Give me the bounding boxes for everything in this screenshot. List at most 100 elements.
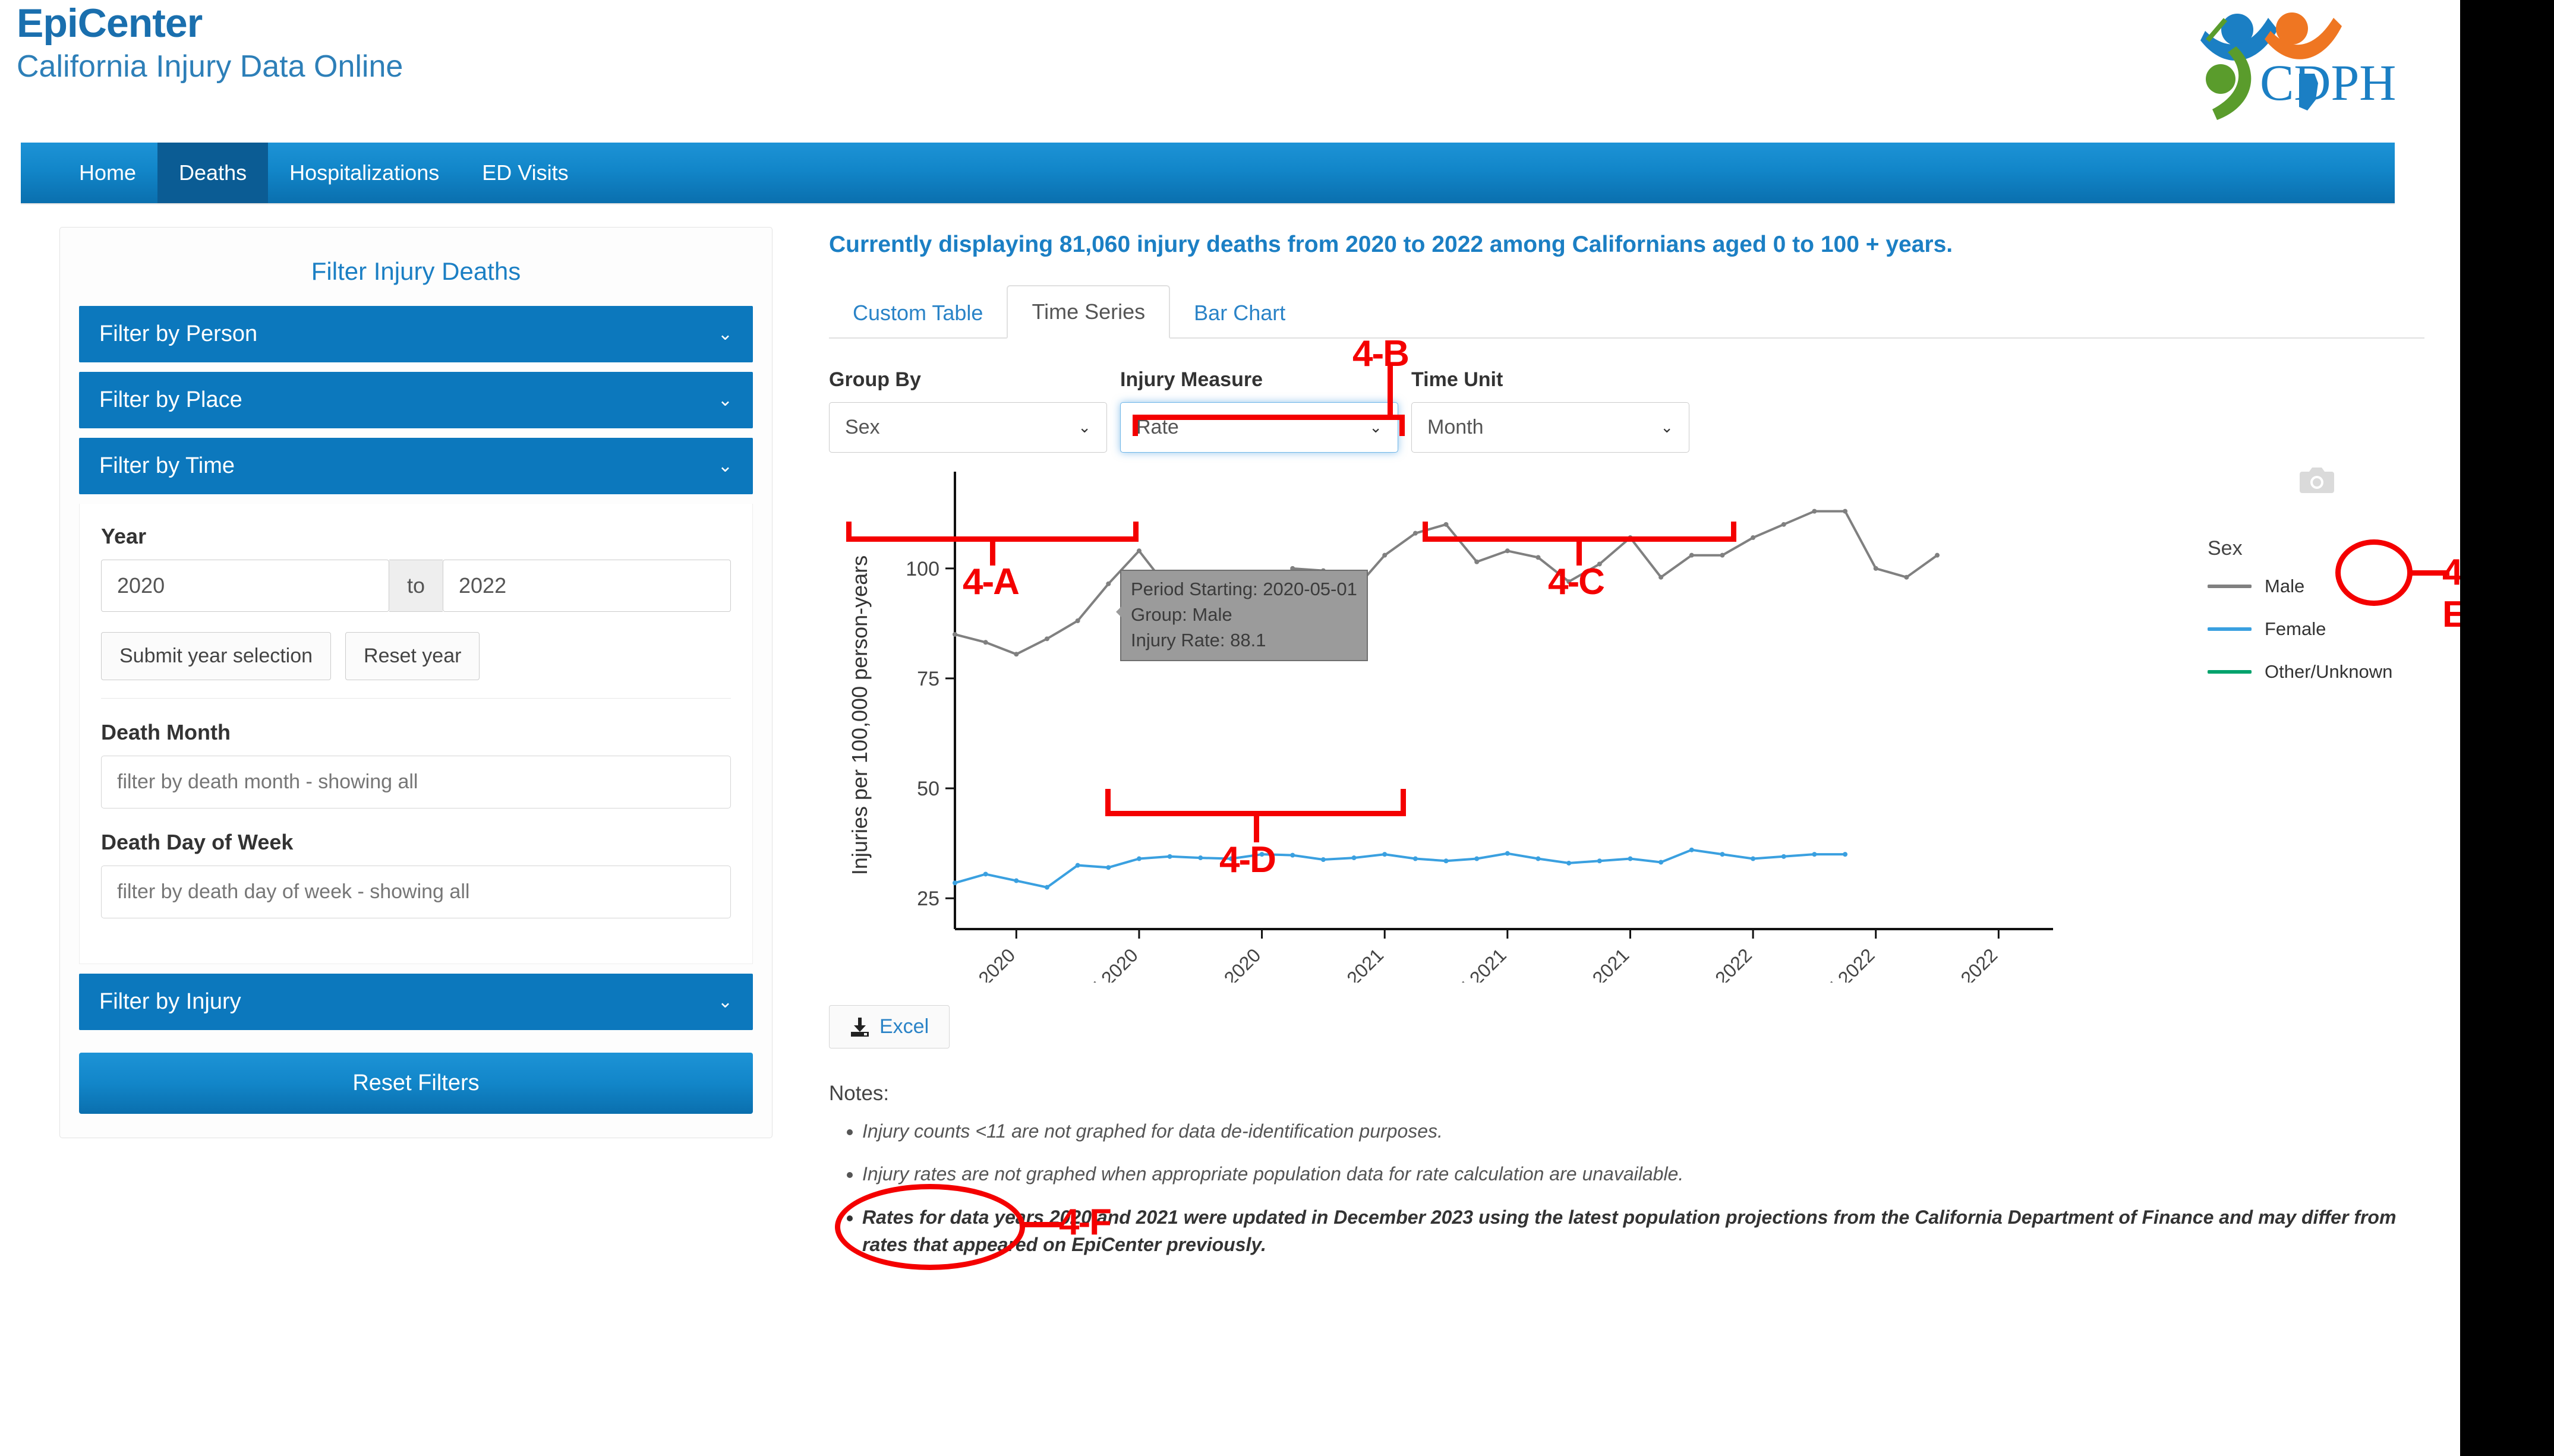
accordion-label: Filter by Time bbox=[99, 453, 235, 479]
series-point bbox=[1597, 561, 1602, 566]
series-point bbox=[1628, 857, 1632, 861]
group-by-value: Sex bbox=[845, 416, 880, 439]
year-to-separator: to bbox=[389, 560, 443, 612]
chart-tooltip: Period Starting: 2020-05-01 Group: Male … bbox=[1120, 570, 1368, 661]
view-tabs[interactable]: Custom Table Time Series Bar Chart bbox=[829, 284, 2424, 339]
accordion-filter-by-place[interactable]: Filter by Place ⌄ bbox=[79, 372, 753, 428]
series-point bbox=[1137, 548, 1142, 553]
x-tick-label: Nov 2022 bbox=[1929, 944, 2001, 983]
series-point bbox=[1843, 852, 1847, 857]
series-point bbox=[1198, 855, 1203, 860]
nav-item-ed-visits[interactable]: ED Visits bbox=[461, 143, 589, 203]
series-point bbox=[983, 640, 988, 645]
chevron-down-icon: ⌄ bbox=[1078, 418, 1091, 437]
group-by-select[interactable]: Sex ⌄ bbox=[829, 402, 1107, 453]
svg-text:CDPH: CDPH bbox=[2260, 54, 2396, 111]
series-point bbox=[983, 871, 988, 876]
time-series-chart: 255075100 Mar 2020Jul 2020Nov 2020Mar 20… bbox=[829, 460, 2424, 994]
legend-item-male[interactable]: Male bbox=[2208, 576, 2392, 597]
legend-swatch-female bbox=[2208, 627, 2252, 631]
y-axis-ticks: 255075100 bbox=[906, 558, 955, 910]
notes-title: Notes: bbox=[829, 1082, 2424, 1106]
main-navigation[interactable]: Home Deaths Hospitalizations ED Visits bbox=[21, 143, 2395, 203]
legend-item-other-unknown[interactable]: Other/Unknown bbox=[2208, 661, 2392, 683]
excel-export-button[interactable]: Excel bbox=[829, 1005, 950, 1048]
x-tick-label: Jul 2020 bbox=[1076, 944, 1142, 983]
series-point bbox=[1106, 865, 1111, 870]
series-point bbox=[1505, 548, 1510, 553]
series-point bbox=[1658, 575, 1663, 580]
injury-measure-select[interactable]: Rate ⌄ bbox=[1120, 402, 1398, 453]
note-item: Injury counts <11 are not graphed for da… bbox=[862, 1117, 2424, 1145]
tab-time-series[interactable]: Time Series bbox=[1007, 285, 1170, 339]
reset-filters-button[interactable]: Reset Filters bbox=[79, 1053, 753, 1114]
filter-sidebar: Filter Injury Deaths Filter by Person ⌄ … bbox=[59, 227, 772, 1138]
legend-swatch-male bbox=[2208, 585, 2252, 588]
accordion-filter-by-person[interactable]: Filter by Person ⌄ bbox=[79, 306, 753, 362]
chart-plot-area: 255075100 Mar 2020Jul 2020Nov 2020Mar 20… bbox=[829, 460, 2196, 983]
reset-year-button[interactable]: Reset year bbox=[345, 632, 480, 680]
series-point bbox=[1904, 575, 1909, 580]
y-axis-title: Injuries per 100,000 person-years bbox=[847, 555, 872, 875]
series-point bbox=[1229, 857, 1234, 861]
chevron-down-icon: ⌄ bbox=[1369, 418, 1382, 437]
time-unit-select[interactable]: Month ⌄ bbox=[1411, 402, 1689, 453]
note-item: Rates for data years 2020 and 2021 were … bbox=[862, 1204, 2424, 1259]
accordion-filter-by-time[interactable]: Filter by Time ⌄ bbox=[79, 438, 753, 494]
legend-item-female[interactable]: Female bbox=[2208, 618, 2392, 640]
group-by-label: Group By bbox=[829, 368, 1107, 391]
year-from-input[interactable] bbox=[101, 560, 389, 612]
year-to-input[interactable] bbox=[443, 560, 731, 612]
tooltip-period: Period Starting: 2020-05-01 bbox=[1131, 577, 1357, 602]
nav-item-home[interactable]: Home bbox=[58, 143, 157, 203]
death-day-of-week-input[interactable] bbox=[101, 866, 731, 918]
series-point bbox=[1689, 848, 1694, 852]
excel-label: Excel bbox=[879, 1015, 929, 1038]
page-content: Filter Injury Deaths Filter by Person ⌄ … bbox=[0, 203, 2460, 1274]
nav-item-hospitalizations[interactable]: Hospitalizations bbox=[268, 143, 461, 203]
tab-custom-table[interactable]: Custom Table bbox=[829, 288, 1007, 339]
sidebar-title: Filter Injury Deaths bbox=[79, 257, 753, 286]
series-point bbox=[1352, 855, 1357, 860]
series-point bbox=[1720, 852, 1724, 857]
series-point bbox=[1751, 857, 1755, 861]
notes-list: Injury counts <11 are not graphed for da… bbox=[829, 1117, 2424, 1259]
chevron-down-icon: ⌄ bbox=[1660, 418, 1673, 437]
death-month-input[interactable] bbox=[101, 756, 731, 808]
series-point bbox=[1321, 857, 1326, 862]
accordion-filter-by-injury[interactable]: Filter by Injury ⌄ bbox=[79, 974, 753, 1030]
submit-year-selection-button[interactable]: Submit year selection bbox=[101, 632, 331, 680]
brand-block: EpiCenter California Injury Data Online bbox=[17, 2, 403, 85]
download-icon bbox=[850, 1016, 870, 1038]
series-point bbox=[1597, 858, 1602, 863]
legend-label-other-unknown: Other/Unknown bbox=[2265, 661, 2392, 683]
series-point bbox=[1474, 560, 1479, 564]
nav-item-deaths[interactable]: Deaths bbox=[157, 143, 268, 203]
series-point bbox=[1290, 853, 1295, 858]
tooltip-rate: Injury Rate: 88.1 bbox=[1131, 628, 1357, 653]
series-point bbox=[1045, 636, 1049, 641]
accordion-label: Filter by Place bbox=[99, 387, 242, 413]
chevron-down-icon: ⌄ bbox=[718, 324, 733, 345]
series-point bbox=[1535, 555, 1540, 560]
filter-by-time-panel: Year to Submit year selection Reset year… bbox=[79, 504, 753, 964]
time-unit-control: Time Unit Month ⌄ bbox=[1411, 368, 1689, 453]
series-point bbox=[1137, 857, 1142, 861]
app-subtitle: California Injury Data Online bbox=[17, 49, 403, 85]
tab-bar-chart[interactable]: Bar Chart bbox=[1170, 288, 1309, 339]
series-point bbox=[953, 632, 957, 637]
series-point bbox=[1076, 863, 1080, 868]
legend-label-female: Female bbox=[2265, 618, 2326, 640]
series-point bbox=[1505, 851, 1510, 856]
chevron-down-icon: ⌄ bbox=[718, 456, 733, 476]
series-point bbox=[1076, 618, 1080, 623]
series-point bbox=[1474, 857, 1479, 861]
x-tick-label: Jul 2021 bbox=[1445, 944, 1511, 983]
series-point bbox=[1566, 579, 1571, 584]
series-point bbox=[1444, 858, 1449, 863]
chart-series bbox=[953, 509, 1940, 890]
series-point bbox=[1014, 879, 1019, 883]
chevron-down-icon: ⌄ bbox=[718, 390, 733, 410]
series-point bbox=[1658, 860, 1663, 864]
camera-button[interactable] bbox=[2298, 463, 2335, 495]
